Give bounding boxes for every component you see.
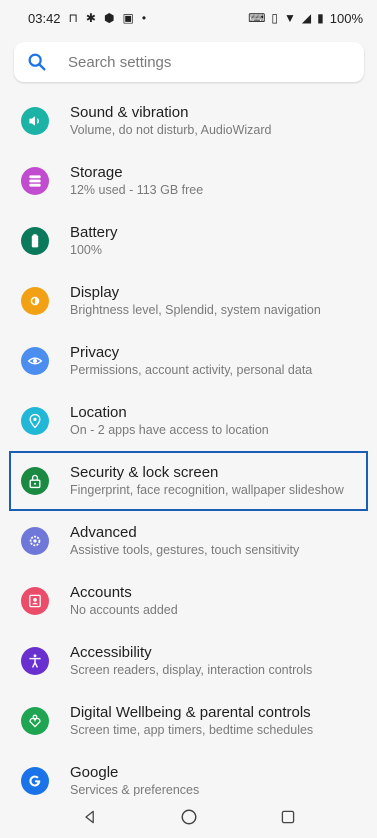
settings-item-subtitle: No accounts added: [70, 603, 178, 617]
accessibility-icon: [21, 647, 49, 675]
settings-item-subtitle: Permissions, account activity, personal …: [70, 363, 313, 377]
settings-item-text: Accessibility Screen readers, display, in…: [70, 643, 312, 679]
settings-item-title: Location: [70, 404, 127, 421]
settings-item-subtitle: Screen readers, display, interaction con…: [70, 663, 313, 677]
settings-item-text: Privacy Permissions, account activity, pe…: [70, 343, 312, 379]
settings-item-subtitle: 12% used - 113 GB free: [70, 183, 204, 197]
recents-icon: [281, 810, 294, 824]
settings-item-text: Google Services & preferences: [70, 763, 199, 799]
notification-icon: ⊓: [68, 11, 78, 25]
vibrate-icon: ▯: [271, 11, 279, 25]
settings-item-text: Security & lock screen Fingerprint, face …: [70, 463, 344, 499]
settings-item-text: Battery 100%: [70, 223, 118, 259]
settings-item[interactable]: Accessibility Screen readers, display, in…: [0, 631, 377, 691]
search-icon: [28, 53, 46, 71]
settings-item[interactable]: Digital Wellbeing & parental controls Scr…: [0, 691, 377, 751]
settings-item-text: Sound & vibration Volume, do not disturb,…: [70, 103, 272, 139]
home-button[interactable]: [179, 807, 199, 827]
settings-item-title: Storage: [70, 164, 123, 181]
search-bar[interactable]: Search settings: [14, 42, 364, 82]
search-placeholder: Search settings: [68, 53, 172, 71]
recents-button[interactable]: [278, 807, 298, 827]
dot-icon: •: [141, 11, 147, 25]
settings-item-text: Location On - 2 apps have access to locat…: [70, 403, 269, 439]
settings-list: Sound & vibration Volume, do not disturb,…: [0, 91, 377, 811]
settings-item-title: Accounts: [70, 584, 132, 601]
settings-item-subtitle: On - 2 apps have access to location: [70, 423, 269, 437]
settings-item-subtitle: Fingerprint, face recognition, wallpaper…: [70, 483, 344, 497]
settings-item-text: Display Brightness level, Splendid, syste…: [70, 283, 321, 319]
settings-item[interactable]: Privacy Permissions, account activity, pe…: [0, 331, 377, 391]
gear-icon: ✱: [85, 11, 96, 25]
heart-icon: [21, 707, 49, 735]
settings-item[interactable]: Advanced Assistive tools, gestures, touch…: [0, 511, 377, 571]
settings-item-title: Sound & vibration: [70, 104, 189, 121]
settings-item-title: Display: [70, 284, 120, 301]
settings-item-title: Privacy: [70, 344, 120, 361]
navigation-bar: [0, 796, 377, 838]
settings-item-text: Storage 12% used - 113 GB free: [70, 163, 203, 199]
back-button[interactable]: [80, 807, 100, 827]
settings-item[interactable]: Security & lock screen Fingerprint, face …: [9, 451, 368, 511]
settings-item[interactable]: Display Brightness level, Splendid, syste…: [0, 271, 377, 331]
status-bar: 03:42 ⊓ ✱ ⬢ ▣ • ⌨ ▯ ▼ ◢ ▮ 100%: [0, 0, 377, 36]
brightness-icon: [21, 287, 49, 315]
status-time: 03:42: [28, 10, 61, 26]
settings-item[interactable]: Sound & vibration Volume, do not disturb,…: [0, 91, 377, 151]
settings-item[interactable]: Accounts No accounts added: [0, 571, 377, 631]
signal-icon: ◢: [301, 11, 312, 25]
image-icon: ▣: [122, 11, 134, 25]
settings-item-text: Digital Wellbeing & parental controls Scr…: [70, 703, 313, 739]
back-icon: [84, 810, 94, 824]
settings-item-title: Digital Wellbeing & parental controls: [70, 704, 311, 721]
settings-item-title: Accessibility: [70, 644, 152, 661]
home-icon: [181, 809, 196, 825]
settings-item-subtitle: Screen time, app timers, bedtime schedul…: [70, 723, 314, 737]
wifi-icon: ▼: [284, 11, 296, 25]
settings-item-text: Accounts No accounts added: [70, 583, 178, 619]
lock-icon: [21, 467, 49, 495]
google-icon: [21, 767, 49, 795]
account-icon: [21, 587, 49, 615]
battery-icon: ▮: [317, 11, 324, 25]
settings-item-subtitle: Brightness level, Splendid, system navig…: [70, 303, 321, 317]
settings-item-text: Advanced Assistive tools, gestures, touch…: [70, 523, 299, 559]
settings-item[interactable]: Battery 100%: [0, 211, 377, 271]
settings-item-subtitle: Volume, do not disturb, AudioWizard: [70, 123, 272, 137]
volume-icon: [21, 107, 49, 135]
settings-item[interactable]: Location On - 2 apps have access to locat…: [0, 391, 377, 451]
location-pin-icon: [21, 407, 49, 435]
eye-lock-icon: [21, 347, 49, 375]
settings-item-title: Security & lock screen: [70, 464, 219, 481]
battery-level: 100%: [329, 10, 363, 26]
settings-item-subtitle: Assistive tools, gestures, touch sensiti…: [70, 543, 300, 557]
battery-icon: [21, 227, 49, 255]
settings-item-subtitle: 100%: [70, 243, 102, 257]
keyboard-icon: ⌨: [248, 11, 266, 25]
settings-item-title: Battery: [70, 224, 118, 241]
settings-item[interactable]: Storage 12% used - 113 GB free: [0, 151, 377, 211]
settings-item-title: Advanced: [70, 524, 137, 541]
shield-icon: ⬢: [103, 11, 115, 25]
gear-icon: [21, 527, 49, 555]
storage-icon: [21, 167, 49, 195]
settings-item-title: Google: [70, 764, 119, 781]
